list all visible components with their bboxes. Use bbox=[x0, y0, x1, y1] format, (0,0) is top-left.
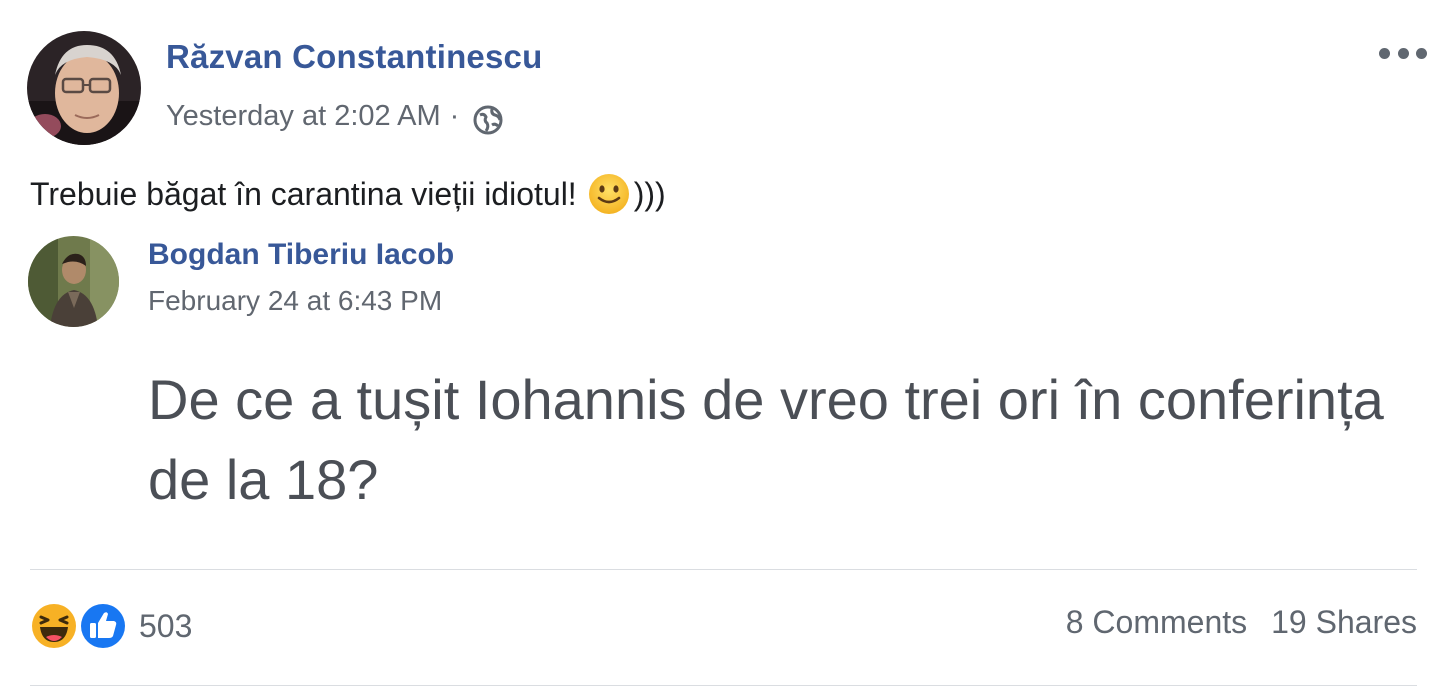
more-options-icon[interactable] bbox=[1379, 42, 1427, 64]
slightly-smiling-face-icon bbox=[587, 172, 631, 216]
post-author-name[interactable]: Răzvan Constantinescu bbox=[166, 38, 542, 76]
post-text-main: Trebuie băgat în carantina vieții idiotu… bbox=[30, 175, 577, 212]
like-icon bbox=[79, 602, 127, 650]
meta-separator: · bbox=[449, 99, 460, 132]
comments-count-link[interactable]: 8 Comments bbox=[1066, 604, 1247, 641]
shares-count-link[interactable]: 19 Shares bbox=[1271, 604, 1417, 641]
shared-author-avatar[interactable] bbox=[28, 236, 119, 327]
shared-timestamp[interactable]: February 24 at 6:43 PM bbox=[148, 285, 442, 317]
post-meta: Yesterday at 2:02 AM · bbox=[166, 96, 505, 136]
globe-icon[interactable] bbox=[471, 103, 505, 137]
haha-icon bbox=[30, 602, 78, 650]
engagement-counts: 8 Comments 19 Shares bbox=[1066, 604, 1417, 641]
shared-author-name[interactable]: Bogdan Tiberiu Iacob bbox=[148, 238, 454, 272]
divider bbox=[30, 569, 1417, 570]
post-author-avatar[interactable] bbox=[27, 31, 141, 145]
divider bbox=[30, 685, 1417, 686]
post-timestamp[interactable]: Yesterday at 2:02 AM bbox=[166, 100, 441, 133]
reactions-summary[interactable]: 503 bbox=[28, 600, 192, 652]
reaction-count: 503 bbox=[139, 607, 193, 644]
shared-post-text: De ce a tușit Iohannis de vreo trei ori … bbox=[148, 368, 1384, 511]
post-text: Trebuie băgat în carantina vieții idiotu… bbox=[30, 172, 666, 216]
post-text-suffix: ))) bbox=[633, 175, 666, 212]
